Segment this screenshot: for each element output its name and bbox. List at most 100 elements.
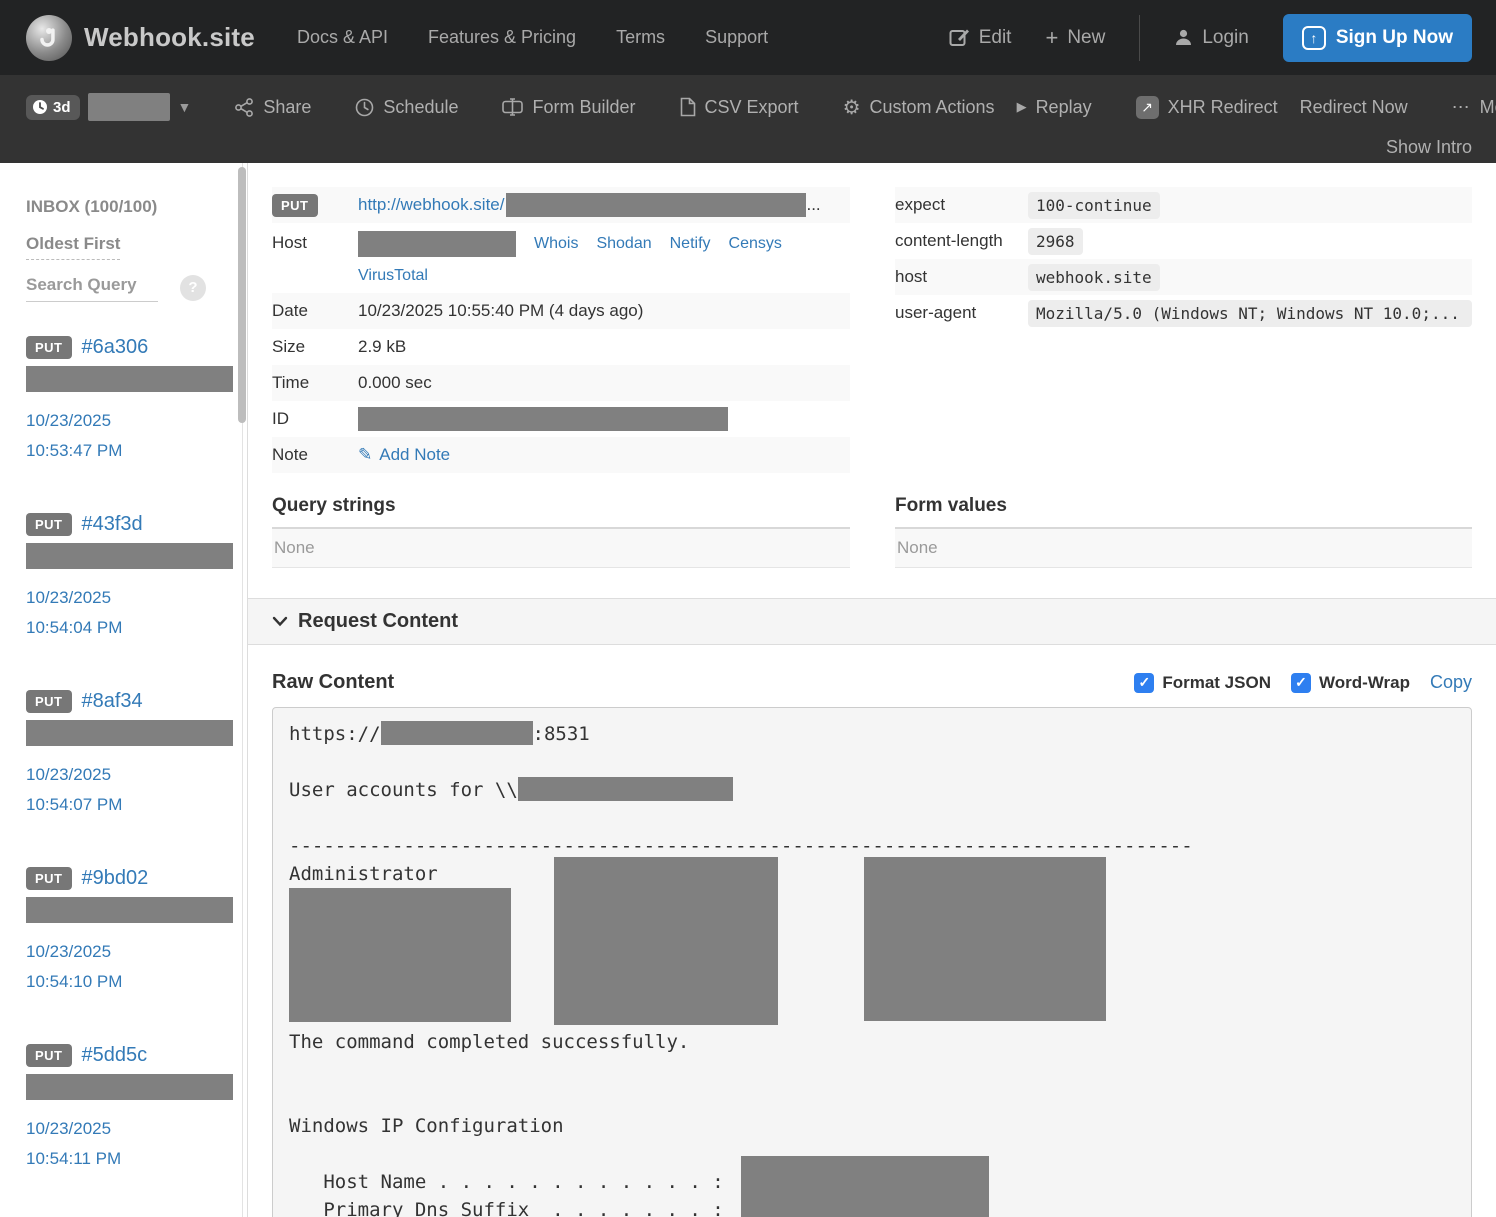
- raw-content-title: Raw Content: [272, 671, 394, 694]
- copy-link[interactable]: Copy: [1430, 672, 1472, 693]
- host-row: Host Whois Shodan Netify Censys VirusTot…: [272, 223, 850, 293]
- request-url-link[interactable]: http://webhook.site/: [358, 195, 504, 215]
- whois-link[interactable]: Whois: [534, 235, 578, 253]
- request-content-header[interactable]: Request Content: [248, 598, 1496, 645]
- chevron-down-icon: [272, 616, 288, 627]
- url-row: PUT http://webhook.site/...: [272, 187, 850, 223]
- header-row: user-agent Mozilla/5.0 (Windows NT; Wind…: [895, 295, 1472, 331]
- form-input-icon: [502, 98, 523, 116]
- schedule-button[interactable]: Schedule: [355, 97, 458, 118]
- request-id-link[interactable]: #43f3d: [82, 513, 143, 536]
- request-timestamp-link[interactable]: 10/23/2025 10:54:04 PM: [26, 583, 176, 643]
- edit-button[interactable]: Edit: [949, 27, 1012, 49]
- request-list-item[interactable]: PUT #9bd02 10/23/2025 10:54:10 PM: [26, 867, 247, 997]
- netify-link[interactable]: Netify: [670, 235, 711, 253]
- new-button[interactable]: + New: [1045, 25, 1105, 51]
- login-button[interactable]: Login: [1174, 27, 1249, 49]
- redacted-block: [26, 897, 233, 923]
- request-id-link[interactable]: #9bd02: [82, 867, 149, 890]
- word-wrap-toggle[interactable]: ✓ Word-Wrap: [1291, 673, 1410, 693]
- date-row: Date 10/23/2025 10:55:40 PM (4 days ago): [272, 293, 850, 329]
- format-json-toggle[interactable]: ✓ Format JSON: [1134, 673, 1271, 693]
- redacted-block: [26, 720, 233, 746]
- help-icon[interactable]: ?: [180, 275, 206, 301]
- nav-link-docs-api[interactable]: Docs & API: [297, 27, 388, 48]
- replay-button[interactable]: ▶ Replay: [1017, 97, 1092, 118]
- request-list-item[interactable]: PUT #5dd5c 10/23/2025 10:54:11 PM: [26, 1044, 247, 1174]
- sign-up-now-button[interactable]: ↑ Sign Up Now: [1283, 14, 1472, 62]
- toolbar-row-2: Show Intro: [26, 133, 1472, 161]
- show-intro-link[interactable]: Show Intro: [1386, 137, 1472, 158]
- request-list-item[interactable]: PUT #43f3d 10/23/2025 10:54:04 PM: [26, 513, 247, 643]
- request-id-link[interactable]: #5dd5c: [82, 1044, 148, 1067]
- request-timestamp-link[interactable]: 10/23/2025 10:54:10 PM: [26, 937, 176, 997]
- arrow-up-icon: ↑: [1302, 26, 1326, 50]
- raw-completed: The command completed successfully.: [289, 1028, 1455, 1056]
- csv-export-button[interactable]: CSV Export: [680, 97, 799, 118]
- url-ttl-control[interactable]: 3d ▼: [26, 93, 191, 121]
- format-json-label: Format JSON: [1162, 673, 1271, 693]
- form-values-section: Form values None: [895, 495, 1472, 568]
- header-value: 2968: [1028, 228, 1083, 255]
- request-list-item[interactable]: PUT #6a306 10/23/2025 10:53:47 PM: [26, 336, 247, 466]
- query-strings-empty: None: [272, 529, 850, 568]
- raw-separator: ----------------------------------------…: [289, 832, 1455, 860]
- more-button[interactable]: ⋯ More ▼: [1452, 97, 1496, 118]
- redirect-now-button[interactable]: Redirect Now: [1300, 97, 1408, 118]
- shodan-link[interactable]: Shodan: [596, 235, 651, 253]
- redacted-inline: [381, 721, 533, 745]
- search-row: ?: [26, 273, 247, 302]
- header-row: expect 100-continue: [895, 187, 1472, 223]
- inbox-title: INBOX (100/100): [26, 197, 247, 217]
- redacted-block: [554, 857, 778, 1025]
- custom-actions-button[interactable]: ⚙ Custom Actions: [843, 95, 995, 120]
- request-list-item[interactable]: PUT #8af34 10/23/2025 10:54:07 PM: [26, 690, 247, 820]
- request-detail-table: PUT http://webhook.site/... Host Whois S…: [272, 187, 850, 473]
- word-wrap-checkbox[interactable]: ✓: [1291, 673, 1311, 693]
- webhook-logo-icon: [26, 15, 72, 61]
- virustotal-link[interactable]: VirusTotal: [358, 267, 428, 285]
- request-id-link[interactable]: #6a306: [82, 336, 149, 359]
- nav-link-features-pricing[interactable]: Features & Pricing: [428, 27, 576, 48]
- external-arrow-icon: ↗: [1136, 96, 1159, 119]
- id-row: ID: [272, 401, 850, 437]
- method-badge: PUT: [26, 690, 72, 713]
- file-icon: [680, 97, 696, 117]
- raw-url-prefix: https://: [289, 723, 381, 745]
- format-json-checkbox[interactable]: ✓: [1134, 673, 1154, 693]
- chevron-down-icon[interactable]: ▼: [178, 99, 192, 115]
- request-timestamp-link[interactable]: 10/23/2025 10:53:47 PM: [26, 406, 176, 466]
- query-strings-section: Query strings None: [272, 495, 850, 568]
- request-timestamp-link[interactable]: 10/23/2025 10:54:11 PM: [26, 1114, 176, 1174]
- request-id-link[interactable]: #8af34: [82, 690, 143, 713]
- redacted-block: [741, 1156, 989, 1217]
- form-values-empty: None: [895, 529, 1472, 568]
- date-label: Date: [272, 301, 358, 321]
- nav-links: Docs & API Features & Pricing Terms Supp…: [297, 27, 768, 48]
- raw-accounts-line: User accounts for \\: [289, 779, 518, 801]
- redacted-host: [358, 231, 516, 257]
- header-name: user-agent: [895, 303, 1028, 323]
- note-row: Note ✎ Add Note: [272, 437, 850, 473]
- toolbar-row: 3d ▼ Share: [26, 81, 1472, 133]
- form-builder-button[interactable]: Form Builder: [502, 97, 635, 118]
- sort-order-link[interactable]: Oldest First: [26, 234, 120, 260]
- method-badge: PUT: [26, 1044, 72, 1067]
- inbox-sidebar: INBOX (100/100) Oldest First ? PUT #6a30…: [0, 163, 248, 1217]
- nav-link-terms[interactable]: Terms: [616, 27, 665, 48]
- params-grid: Query strings None Form values None: [272, 495, 1472, 568]
- redacted-url: [506, 193, 806, 217]
- redacted-block: [864, 857, 1106, 1021]
- search-input[interactable]: [26, 273, 158, 302]
- redacted-id: [358, 407, 728, 431]
- sidebar-scrollbar-thumb[interactable]: [238, 167, 246, 423]
- share-button[interactable]: Share: [235, 97, 311, 118]
- size-value: 2.9 kB: [358, 337, 850, 357]
- add-note-link[interactable]: Add Note: [379, 445, 450, 465]
- brand[interactable]: Webhook.site: [26, 15, 255, 61]
- size-label: Size: [272, 337, 358, 357]
- nav-link-support[interactable]: Support: [705, 27, 768, 48]
- request-timestamp-link[interactable]: 10/23/2025 10:54:07 PM: [26, 760, 176, 820]
- xhr-redirect-button[interactable]: ↗ XHR Redirect: [1136, 96, 1278, 119]
- censys-link[interactable]: Censys: [729, 235, 782, 253]
